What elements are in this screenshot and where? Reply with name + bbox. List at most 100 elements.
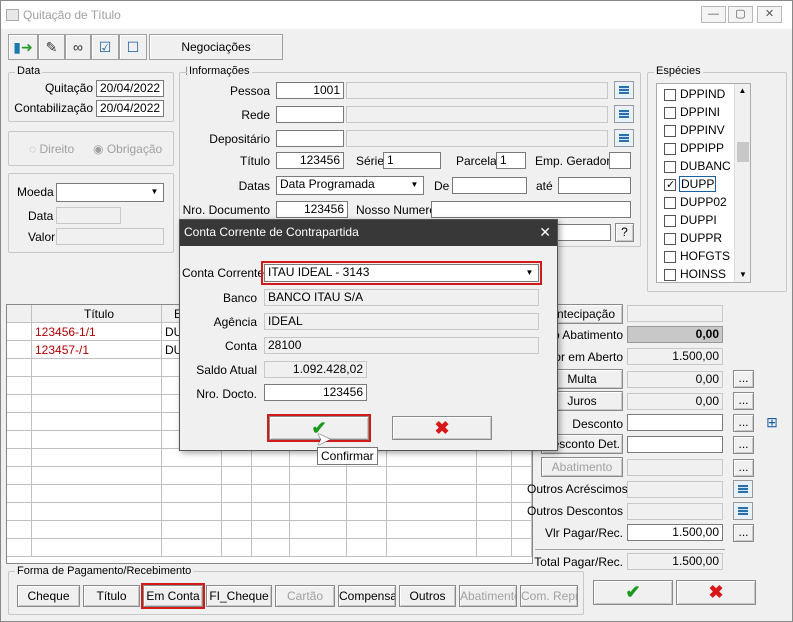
binoculars-icon[interactable]: ∞	[65, 34, 91, 60]
desconto-dots-button[interactable]: ...	[733, 414, 754, 432]
moeda-select[interactable]: ▼	[56, 183, 164, 202]
quitacao-field[interactable]: 20/04/2022	[96, 80, 164, 97]
vlr-pagar-dots-button[interactable]: ...	[733, 524, 754, 542]
ate-field[interactable]	[558, 177, 631, 194]
contabilizacao-field[interactable]: 20/04/2022	[96, 100, 164, 117]
depositario-lookup-icon[interactable]	[614, 129, 634, 147]
dialog-close-icon[interactable]: ✕	[539, 224, 551, 241]
pessoa-lookup-icon[interactable]	[614, 81, 634, 99]
titulo-field[interactable]: 123456	[276, 152, 344, 169]
negociacoes-finalizadas-button[interactable]: Negociações Finalizadas	[149, 34, 283, 78]
checkbox-checked-icon[interactable]	[664, 177, 676, 193]
nro-documento-field[interactable]: 123456	[276, 201, 348, 218]
de-field[interactable]	[452, 177, 527, 194]
eraser-icon[interactable]: ✎	[38, 34, 65, 60]
tree-icon[interactable]: ⊞	[761, 414, 783, 434]
vlr-pagar-value[interactable]: 1.500,00	[627, 524, 723, 541]
checkbox-icon[interactable]	[664, 124, 676, 137]
nosso-numero-field[interactable]	[431, 201, 631, 218]
moeda-label: Moeda	[17, 185, 54, 199]
help-button[interactable]: ?	[615, 223, 634, 242]
check-list-icon[interactable]: ☑	[91, 34, 119, 60]
minimize-button[interactable]: —	[701, 6, 726, 23]
outros-descontos-label: Outros Descontos	[527, 504, 624, 518]
grid-cell	[347, 521, 387, 539]
especie-item[interactable]: DPPIPP	[664, 140, 724, 156]
checkbox-icon[interactable]	[664, 196, 676, 209]
grid-cell	[512, 449, 532, 467]
especie-label: DUPPR	[680, 231, 723, 245]
checkbox-icon[interactable]	[664, 160, 676, 173]
especies-list[interactable]: DPPIND DPPINI DPPINV DPPIPP DUBANC DUPP DUPP02…	[656, 83, 751, 283]
total-label: Total Pagar/Rec.	[534, 555, 623, 569]
compensar-button[interactable]: Compensar	[338, 585, 396, 607]
outros-button[interactable]: Outros	[399, 585, 456, 607]
especie-item[interactable]: DUPP	[664, 176, 717, 193]
checkbox-icon[interactable]	[664, 88, 676, 101]
moeda-valor-field	[56, 228, 164, 245]
especie-label: DPPIND	[680, 87, 726, 101]
especie-item[interactable]: HOINSS	[664, 266, 726, 282]
especie-item[interactable]: DUPPI	[664, 212, 717, 228]
uncheck-list-icon[interactable]: ☐	[119, 34, 147, 60]
especie-item[interactable]: DPPINI	[664, 104, 720, 120]
depositario-field[interactable]	[276, 130, 344, 147]
cancel-x-icon[interactable]: ✖	[676, 580, 756, 605]
especie-item[interactable]: HOFGTS	[664, 248, 730, 264]
rede-field[interactable]	[276, 106, 344, 123]
nro-docto-field[interactable]: 123456	[264, 384, 367, 401]
serie-field[interactable]: 1	[383, 152, 441, 169]
cheque-button[interactable]: Cheque	[17, 585, 80, 607]
radio-direito[interactable]: ◌ Direito	[29, 142, 74, 156]
scroll-up-icon[interactable]: ▲	[735, 84, 750, 98]
pessoa-field[interactable]: 1001	[276, 82, 344, 99]
titulo-button[interactable]: Título	[83, 585, 140, 607]
em-conta-button[interactable]: Em Conta	[141, 583, 205, 609]
grid-cell	[32, 503, 162, 521]
especies-scrollbar[interactable]: ▲ ▼	[734, 84, 750, 282]
radio-obrigacao[interactable]: ◉ Obrigação	[93, 142, 162, 156]
desconto-det-dots-button[interactable]: ...	[733, 436, 754, 454]
multa-dots-button[interactable]: ...	[733, 370, 754, 388]
abatimento-button[interactable]: Abatimento	[541, 457, 623, 477]
outros-acrescimos-icon[interactable]	[733, 480, 753, 498]
checkbox-icon[interactable]	[664, 232, 676, 245]
scroll-thumb[interactable]	[737, 142, 749, 162]
grid-row-titulo[interactable]: 123456-1/1	[35, 325, 96, 339]
juros-dots-button[interactable]: ...	[733, 392, 754, 410]
rede-lookup-icon[interactable]	[614, 105, 634, 123]
desconto-det-field[interactable]	[627, 436, 723, 453]
especie-item[interactable]: DPPINV	[664, 122, 725, 138]
dialog-cancel-x-icon[interactable]: ✖	[392, 416, 492, 440]
com-repr-button[interactable]: Com. Repr.	[520, 585, 578, 607]
conta-corrente-select[interactable]: ITAU IDEAL - 3143 ▼	[261, 261, 542, 285]
checkbox-icon[interactable]	[664, 142, 676, 155]
maximize-button[interactable]: ▢	[728, 6, 753, 23]
outros-descontos-icon[interactable]	[733, 502, 753, 520]
checkbox-icon[interactable]	[664, 268, 676, 281]
especie-item[interactable]: DUPP02	[664, 194, 727, 210]
grid-cell	[222, 449, 252, 467]
close-window-button[interactable]: ✕	[757, 6, 782, 23]
desconto-field[interactable]	[627, 414, 723, 431]
emp-geradora-field[interactable]	[609, 152, 631, 169]
scroll-down-icon[interactable]: ▼	[735, 268, 751, 282]
fi-cheque-button[interactable]: FI_Cheque	[206, 585, 272, 607]
especie-item[interactable]: DPPIND	[664, 86, 725, 102]
especie-item[interactable]: DUBANC	[664, 158, 731, 174]
checkbox-icon[interactable]	[664, 106, 676, 119]
parcela-field[interactable]: 1	[496, 152, 526, 169]
especie-item[interactable]: DUPPR	[664, 230, 722, 246]
checkbox-icon[interactable]	[664, 250, 676, 263]
chevron-down-icon: ▼	[410, 180, 419, 189]
abatimento-dots-button[interactable]: ...	[733, 459, 754, 477]
cartao-button[interactable]: Cartão	[275, 585, 335, 607]
abatimento-pag-button[interactable]: Abatimento	[459, 585, 517, 607]
checkbox-icon[interactable]	[664, 214, 676, 227]
datas-select[interactable]: Data Programada ▼	[276, 176, 424, 195]
grid-row-titulo[interactable]: 123457-/1	[35, 343, 89, 357]
pessoa-name-field	[346, 82, 608, 99]
exit-icon[interactable]: ▮➜	[8, 34, 38, 60]
confirm-check-icon[interactable]: ✔	[593, 580, 673, 605]
radio-icon: ◌	[29, 142, 37, 156]
